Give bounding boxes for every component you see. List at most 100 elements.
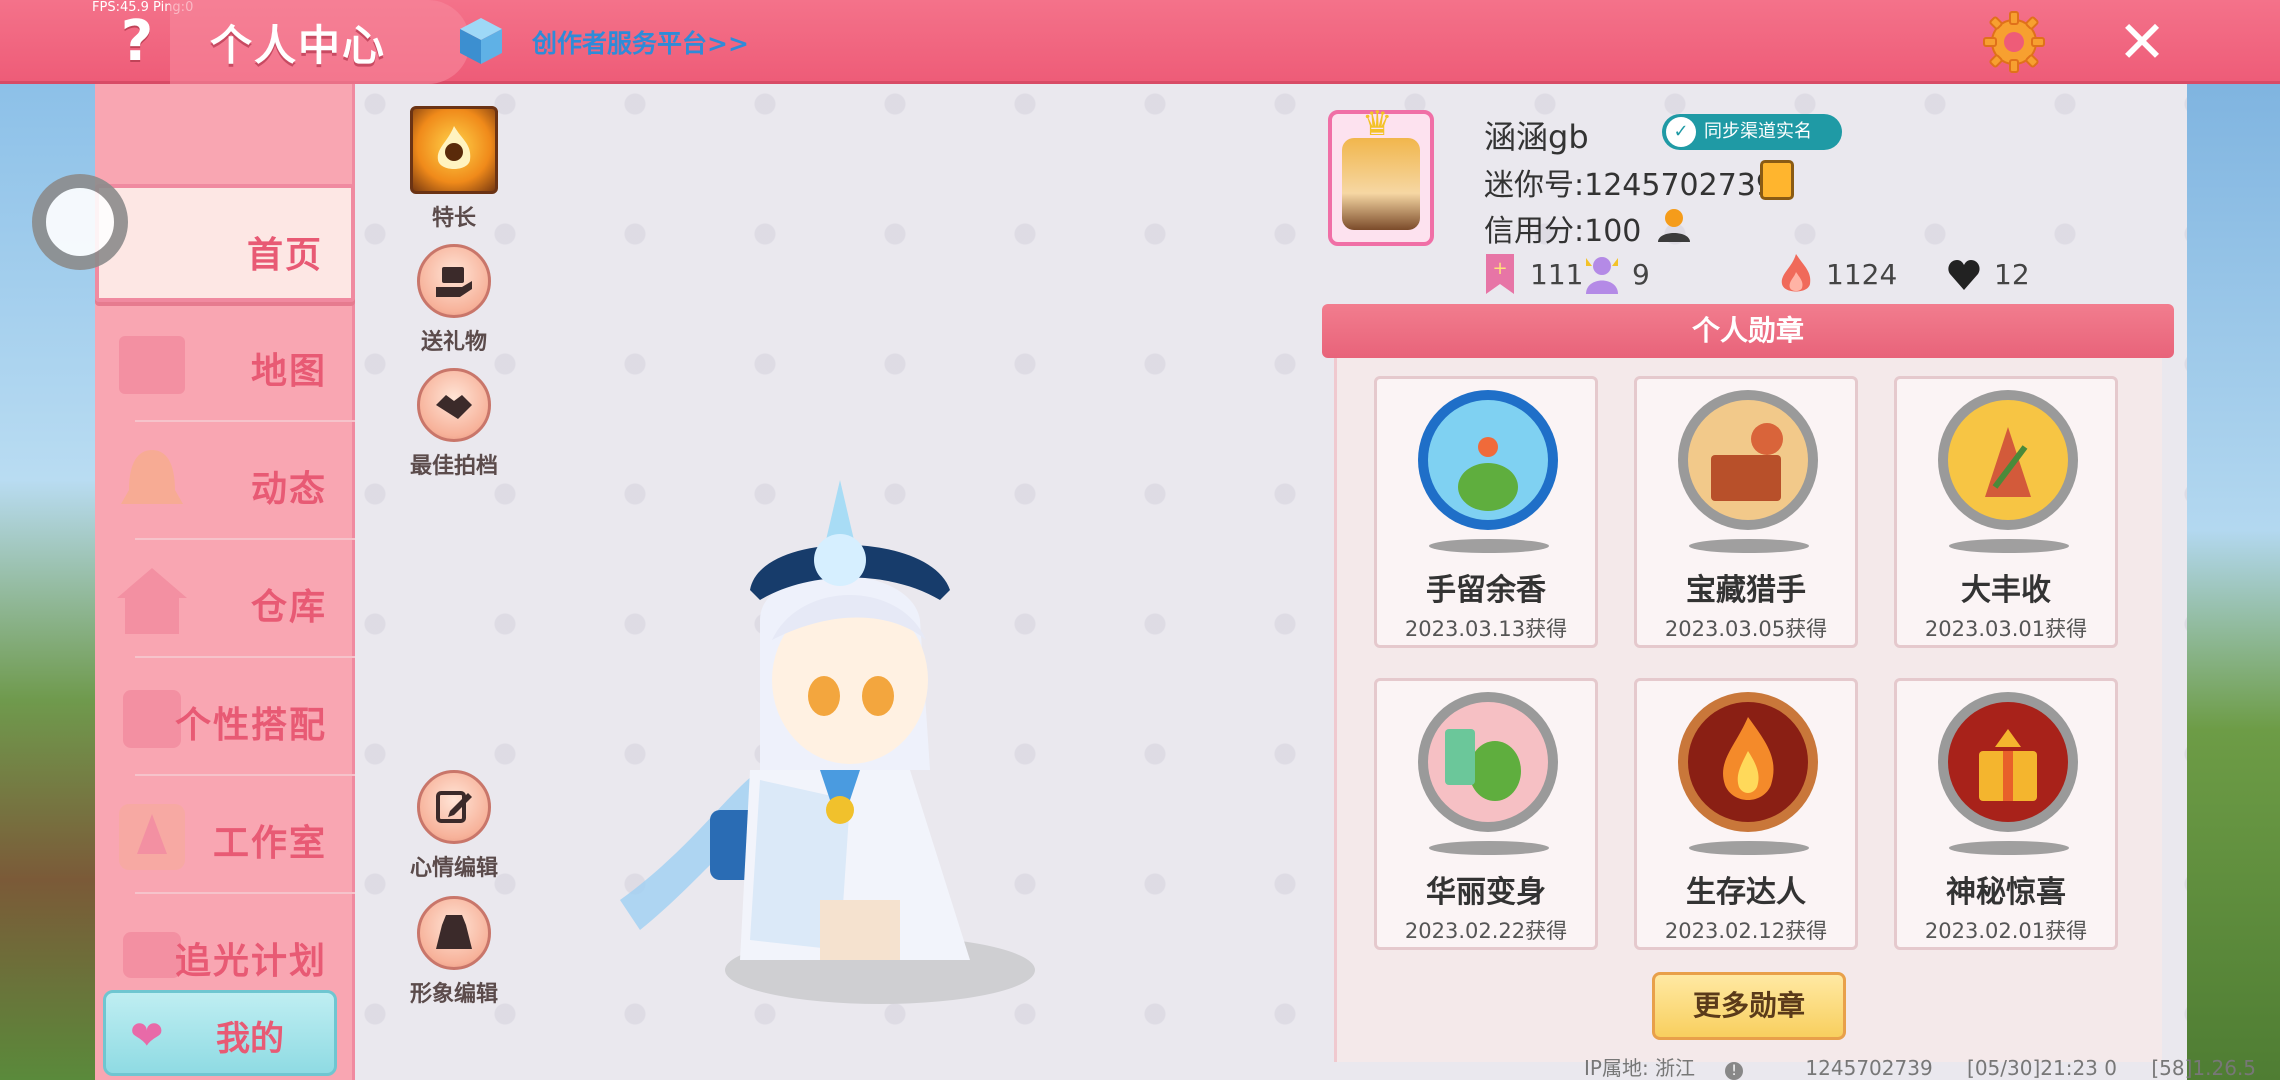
sidebar-item-label: 动态: [250, 469, 327, 510]
medal-shadow: [1689, 539, 1809, 553]
player-character: [620, 480, 1035, 1004]
ip-location-label: IP属地: 浙江: [1584, 1056, 1696, 1080]
avatar-image: [1342, 138, 1420, 230]
bookmark-icon: +: [1486, 254, 1514, 294]
sidebar-item-studio[interactable]: 工作室: [95, 776, 355, 894]
medal-shadow: [1949, 539, 2069, 553]
medal-surprise-gift-icon: [1938, 692, 2078, 832]
medal-card[interactable]: 神秘惊喜 2023.02.01获得: [1894, 678, 2118, 950]
svg-text:+: +: [1492, 258, 1507, 279]
map-icon: [119, 336, 185, 394]
medal-card[interactable]: 华丽变身 2023.02.22获得: [1374, 678, 1598, 950]
fans-icon: [1586, 257, 1618, 294]
medal-card[interactable]: 手留余香 2023.03.13获得: [1374, 376, 1598, 648]
stat-popularity[interactable]: 1124: [1778, 252, 1897, 296]
sidebar-item-label: 仓库: [250, 587, 327, 628]
mini-id: 迷你号:1245702739: [1484, 168, 1775, 203]
stat-popularity-value: 1124: [1826, 257, 1898, 291]
medal-shadow: [1429, 539, 1549, 553]
send-gift-label: 送礼物: [420, 330, 487, 355]
medal-name: 宝藏猎手: [1686, 573, 1806, 608]
stat-likes-value: 12: [1994, 257, 2030, 291]
medal-date: 2023.02.01获得: [1924, 919, 2088, 943]
studio-icon: [119, 804, 185, 870]
medal-date: 2023.03.13获得: [1404, 617, 1568, 641]
medal-name: 生存达人: [1686, 875, 1806, 910]
top-bar: FPS:45.9 Ping:0 ? 个人中心 创作者服务平台>> ✕: [0, 0, 2280, 84]
medal-treasure-icon: [1678, 390, 1818, 530]
medal-card[interactable]: 生存达人 2023.02.12获得: [1634, 678, 1858, 950]
avatar[interactable]: ♛: [1328, 104, 1434, 246]
edit-icon: [417, 770, 491, 844]
mood-edit-label: 心情编辑: [409, 856, 498, 881]
sidebar-item-map[interactable]: 地图: [95, 304, 355, 422]
stat-fans[interactable]: 9: [1584, 252, 1650, 296]
background-scenery-right: [2180, 80, 2280, 1080]
look-edit-button[interactable]: 形象编辑: [394, 896, 514, 1008]
medal-name: 神秘惊喜: [1946, 875, 2066, 910]
medal-date: 2023.02.12获得: [1664, 919, 1828, 943]
sidebar-item-label: 追光计划: [174, 941, 327, 982]
house-icon: [117, 568, 187, 634]
sync-realname-badge[interactable]: ✓ 同步渠道实名: [1662, 114, 1842, 150]
close-icon[interactable]: ✕: [2112, 12, 2172, 72]
question-mark-icon[interactable]: ?: [112, 10, 162, 74]
footer-time: [05/30]21:23 0: [1967, 1056, 2117, 1080]
specialty-button[interactable]: 特长: [394, 106, 514, 232]
sidebar-item-mine[interactable]: ❤ 我的: [103, 990, 337, 1076]
sidebar-item-label: 首页: [246, 235, 323, 276]
sidebar-item-feed[interactable]: 动态: [95, 422, 355, 540]
medal-campfire-icon: [1678, 692, 1818, 832]
medal-shadow: [1429, 841, 1549, 855]
medal-date: 2023.02.22获得: [1404, 919, 1568, 943]
heart-likes-icon: [1948, 260, 1980, 290]
stat-bookmark[interactable]: + 111: [1482, 252, 1583, 296]
send-gift-button[interactable]: 送礼物: [394, 244, 514, 356]
sidebar-item-home[interactable]: 首页: [95, 184, 355, 302]
username: 涵涵gb: [1484, 118, 1589, 156]
user-check-icon: ✓: [1666, 117, 1696, 147]
sidebar-item-label: 我的: [216, 1019, 284, 1059]
sidebar-item-label: 个性搭配: [174, 705, 327, 746]
mood-edit-button[interactable]: 心情编辑: [394, 770, 514, 882]
medal-card[interactable]: 大丰收 2023.03.01获得: [1894, 376, 2118, 648]
sidebar-item-outfit[interactable]: 个性搭配: [95, 658, 355, 776]
more-medals-button[interactable]: 更多勋章: [1652, 972, 1846, 1040]
sync-realname-label: 同步渠道实名: [1704, 121, 1812, 142]
medal-name: 华丽变身: [1426, 875, 1546, 910]
bell-icon: [121, 450, 183, 504]
sidebar: 首页 地图 动态 仓库 个性搭配 工作室 追光计划 ❤ 我的: [95, 84, 355, 1080]
sidebar-item-storage[interactable]: 仓库: [95, 540, 355, 658]
dress-icon: [417, 896, 491, 970]
handshake-icon: [417, 368, 491, 442]
medal-shadow: [1949, 841, 2069, 855]
copy-icon[interactable]: [1760, 160, 1794, 200]
look-edit-label: 形象编辑: [409, 982, 498, 1007]
specialty-label: 特长: [431, 206, 476, 231]
cube-icon[interactable]: [458, 16, 504, 66]
floating-assistive-button[interactable]: [32, 174, 128, 270]
best-partner-button[interactable]: 最佳拍档: [394, 368, 514, 480]
stat-likes[interactable]: 12: [1946, 252, 2030, 296]
medal-name: 大丰收: [1961, 573, 2051, 608]
footer-info: IP属地: 浙江! 1245702739 [05/30]21:23 0 [58]…: [1584, 1052, 2280, 1080]
heart-icon: ❤: [130, 1013, 164, 1059]
gear-icon[interactable]: [1982, 10, 2046, 74]
creator-platform-link[interactable]: 创作者服务平台>>: [532, 24, 749, 60]
sidebar-item-label: 工作室: [212, 823, 327, 864]
flame-skill-icon: [410, 106, 498, 194]
sidebar-item-label: 地图: [250, 351, 327, 392]
medal-date: 2023.03.05获得: [1664, 617, 1828, 641]
stat-fans-value: 9: [1632, 257, 1650, 291]
ip-location: IP属地: 浙江!: [1584, 1056, 1771, 1080]
footer-id: 1245702739: [1805, 1056, 1933, 1080]
info-icon[interactable]: !: [1725, 1062, 1744, 1080]
medal-harvest-icon: [1938, 390, 2078, 530]
credit-user-icon[interactable]: [1654, 206, 1694, 246]
stat-bookmark-value: 111: [1530, 257, 1584, 291]
crown-icon: ♛: [1362, 104, 1393, 144]
medal-card[interactable]: 宝藏猎手 2023.03.05获得: [1634, 376, 1858, 648]
credit-score: 信用分:100: [1484, 214, 1642, 249]
footer-version: [58]1.26.5: [2151, 1056, 2257, 1080]
medal-shadow: [1689, 841, 1809, 855]
